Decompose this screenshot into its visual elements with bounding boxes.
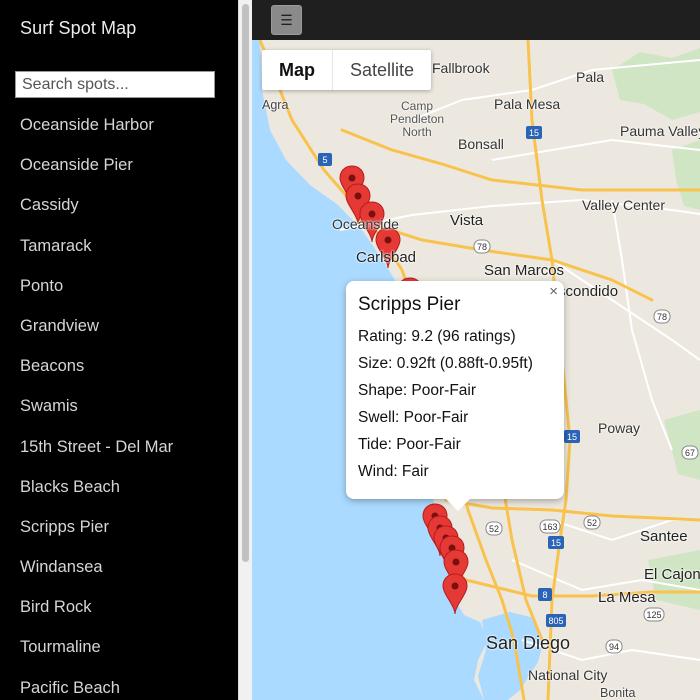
route-shield-52b: 52 bbox=[583, 515, 601, 530]
spot-item-bird-rock[interactable]: Bird Rock bbox=[0, 587, 238, 627]
spot-item-blacks-beach[interactable]: Blacks Beach bbox=[0, 467, 238, 507]
popup-size: Size: 0.92ft (0.88ft-0.95ft) bbox=[358, 355, 533, 372]
route-shield-78: 78 bbox=[473, 239, 491, 254]
route-shield-15: 15 bbox=[526, 126, 542, 139]
popup-title: Scripps Pier bbox=[358, 294, 461, 315]
popup-shape: Shape: Poor-Fair bbox=[358, 382, 477, 399]
popup-swell: Swell: Poor-Fair bbox=[358, 409, 469, 426]
svg-text:78: 78 bbox=[657, 312, 667, 322]
svg-text:52: 52 bbox=[587, 518, 597, 528]
svg-text:15: 15 bbox=[551, 538, 561, 548]
search-input[interactable] bbox=[15, 71, 215, 98]
map-label-bonita: Bonita bbox=[600, 686, 636, 700]
popup-wind: Wind: Fair bbox=[358, 463, 429, 480]
map-type-control: Map Satellite bbox=[262, 50, 432, 90]
map-label-la-mesa: La Mesa bbox=[598, 589, 656, 606]
map-label-pala: Pala bbox=[576, 69, 605, 85]
svg-text:15: 15 bbox=[529, 128, 539, 138]
map-label-oceanside: Oceanside bbox=[332, 216, 399, 232]
spot-item-pacific-beach[interactable]: Pacific Beach bbox=[0, 668, 238, 700]
spot-item-15th-street-del-mar[interactable]: 15th Street - Del Mar bbox=[0, 427, 238, 467]
spot-item-oceanside-pier[interactable]: Oceanside Pier bbox=[0, 145, 238, 185]
route-shield-15d: 15 bbox=[548, 536, 564, 549]
menu-button[interactable]: ☰ bbox=[271, 5, 302, 35]
svg-text:5: 5 bbox=[322, 155, 327, 165]
spot-item-beacons[interactable]: Beacons bbox=[0, 346, 238, 386]
route-shield-5: 5 bbox=[318, 153, 332, 166]
svg-text:163: 163 bbox=[542, 522, 557, 532]
map-type-satellite-button[interactable]: Satellite bbox=[333, 50, 431, 90]
spot-item-scripps-pier[interactable]: Scripps Pier bbox=[0, 507, 238, 547]
hamburger-icon: ☰ bbox=[280, 12, 293, 28]
spot-item-windansea[interactable]: Windansea bbox=[0, 547, 238, 587]
spot-item-tourmaline[interactable]: Tourmaline bbox=[0, 627, 238, 667]
map-label-fallbrook: Fallbrook bbox=[432, 60, 490, 76]
route-shield-805: 805 bbox=[546, 614, 566, 627]
spot-item-ponto[interactable]: Ponto bbox=[0, 266, 238, 306]
map-label-national-city: National City bbox=[528, 667, 608, 683]
svg-text:805: 805 bbox=[548, 616, 563, 626]
sidebar: Surf Spot Map Oceanside Harbor Oceanside… bbox=[0, 0, 238, 700]
route-shield-52: 52 bbox=[485, 521, 503, 536]
map-label-el-cajon: El Cajon bbox=[644, 566, 700, 583]
close-icon[interactable]: × bbox=[549, 283, 558, 300]
map-label-san-diego: San Diego bbox=[486, 633, 571, 653]
svg-text:78: 78 bbox=[477, 242, 487, 252]
spot-list: Oceanside Harbor Oceanside Pier Cassidy … bbox=[0, 105, 238, 700]
map-label-agra: Agra bbox=[262, 98, 289, 112]
popup-rating: Rating: 9.2 (96 ratings) bbox=[358, 328, 516, 345]
spot-item-tamarack[interactable]: Tamarack bbox=[0, 226, 238, 266]
route-shield-78b: 78 bbox=[653, 309, 671, 324]
spot-info-popup: × Scripps Pier Rating: 9.2 (96 ratings) … bbox=[346, 281, 564, 511]
route-shield-67: 67 bbox=[681, 445, 699, 460]
spot-item-swamis[interactable]: Swamis bbox=[0, 386, 238, 426]
map-label-san-marcos: San Marcos bbox=[484, 262, 565, 279]
map-label-bonsall: Bonsall bbox=[458, 136, 504, 152]
map-label-santee: Santee bbox=[640, 528, 688, 545]
route-shield-15c: 15 bbox=[564, 430, 580, 443]
svg-text:15: 15 bbox=[567, 432, 577, 442]
map-label-pauma-valley: Pauma Valley bbox=[620, 123, 700, 139]
map-label-poway: Poway bbox=[598, 420, 641, 436]
scrollbar-thumb[interactable] bbox=[242, 4, 249, 562]
popup-tide: Tide: Poor-Fair bbox=[358, 436, 461, 453]
svg-text:52: 52 bbox=[489, 524, 499, 534]
map-label-pala-mesa: Pala Mesa bbox=[494, 96, 561, 112]
route-shield-8: 8 bbox=[538, 588, 552, 601]
route-shield-125: 125 bbox=[643, 607, 665, 622]
map-label-camp-pendleton: Camp Pendleton North bbox=[390, 99, 445, 139]
sidebar-scrollbar[interactable] bbox=[238, 0, 252, 700]
map-label-vista: Vista bbox=[450, 212, 484, 229]
svg-text:125: 125 bbox=[646, 610, 661, 620]
map-label-valley-center: Valley Center bbox=[582, 197, 666, 213]
map-label-carlsbad: Carlsbad bbox=[356, 249, 417, 266]
spot-item-grandview[interactable]: Grandview bbox=[0, 306, 238, 346]
svg-text:67: 67 bbox=[685, 448, 695, 458]
app-title: Surf Spot Map bbox=[20, 18, 137, 38]
svg-text:8: 8 bbox=[542, 590, 547, 600]
route-shield-163: 163 bbox=[539, 519, 561, 534]
route-shield-94: 94 bbox=[605, 639, 623, 654]
spot-item-cassidy[interactable]: Cassidy bbox=[0, 185, 238, 225]
svg-text:94: 94 bbox=[609, 642, 619, 652]
spot-item-oceanside-harbor[interactable]: Oceanside Harbor bbox=[0, 105, 238, 145]
map-type-map-button[interactable]: Map bbox=[262, 50, 332, 90]
map-top-bar: ☰ bbox=[252, 0, 700, 40]
